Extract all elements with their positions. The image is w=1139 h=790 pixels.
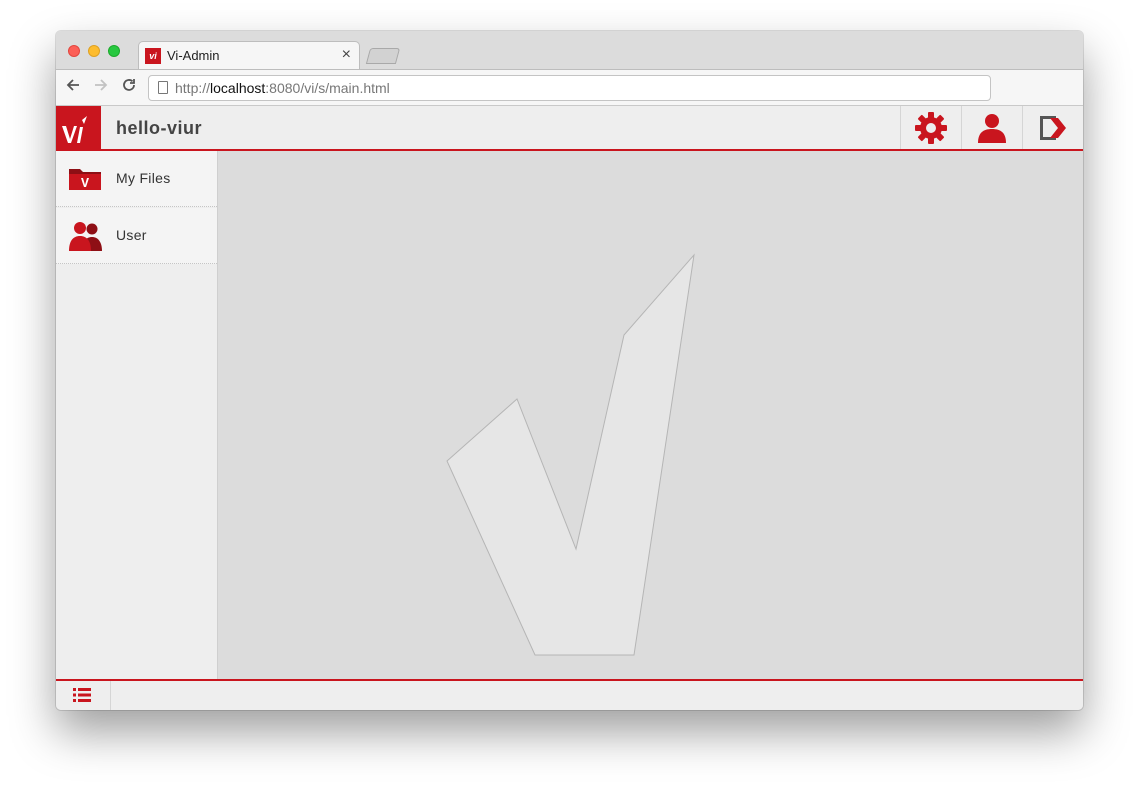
tab-title: Vi-Admin bbox=[167, 48, 220, 63]
task-list-button[interactable] bbox=[56, 681, 111, 710]
url-path: :8080/vi/s/main.html bbox=[265, 80, 390, 96]
vi-logo-icon[interactable] bbox=[56, 106, 101, 149]
logout-button[interactable] bbox=[1022, 106, 1083, 149]
url-scheme: http:// bbox=[175, 80, 211, 96]
tab-close-icon[interactable]: × bbox=[342, 46, 351, 64]
footer-bar bbox=[56, 679, 1083, 710]
page-icon bbox=[158, 81, 168, 94]
browser-window: vi Vi-Admin × http://localhost:8080/vi/s… bbox=[56, 31, 1083, 710]
folder-icon bbox=[69, 169, 101, 190]
address-bar[interactable]: http://localhost:8080/vi/s/main.html bbox=[148, 75, 991, 101]
sidebar-item-label: User bbox=[116, 227, 147, 243]
gear-icon bbox=[914, 111, 947, 144]
app-header: hello-viur bbox=[56, 106, 1083, 151]
app-title: hello-viur bbox=[116, 118, 203, 138]
new-tab-button[interactable] bbox=[365, 48, 401, 64]
favicon-icon: vi bbox=[145, 48, 161, 64]
sidebar-item-user[interactable]: User bbox=[56, 208, 217, 264]
logout-icon bbox=[1040, 115, 1066, 140]
sidebar-item-label: My Files bbox=[116, 170, 171, 186]
user-icon bbox=[977, 113, 1006, 143]
browser-tab-active[interactable]: vi Vi-Admin × bbox=[138, 41, 360, 70]
list-icon bbox=[73, 688, 91, 702]
browser-toolbar: http://localhost:8080/vi/s/main.html bbox=[56, 69, 1083, 106]
minimize-window-button[interactable] bbox=[88, 45, 100, 57]
url-text: http://localhost:8080/vi/s/main.html bbox=[175, 80, 390, 96]
main-content bbox=[218, 151, 1083, 679]
checkmark-icon bbox=[446, 253, 695, 656]
url-host: localhost bbox=[210, 80, 266, 96]
sidebar: My Files User bbox=[56, 151, 218, 679]
maximize-window-button[interactable] bbox=[108, 45, 120, 57]
tab-bar: vi Vi-Admin × bbox=[56, 31, 1083, 70]
sidebar-item-my-files[interactable]: My Files bbox=[56, 151, 217, 207]
users-icon bbox=[69, 222, 102, 251]
settings-button[interactable] bbox=[900, 106, 960, 149]
back-arrow-icon[interactable] bbox=[65, 77, 81, 97]
forward-arrow-icon[interactable] bbox=[93, 77, 109, 97]
reload-icon[interactable] bbox=[121, 77, 137, 97]
close-window-button[interactable] bbox=[68, 45, 80, 57]
app-area: hello-viur My Files User bbox=[56, 106, 1083, 710]
user-button[interactable] bbox=[961, 106, 1021, 149]
